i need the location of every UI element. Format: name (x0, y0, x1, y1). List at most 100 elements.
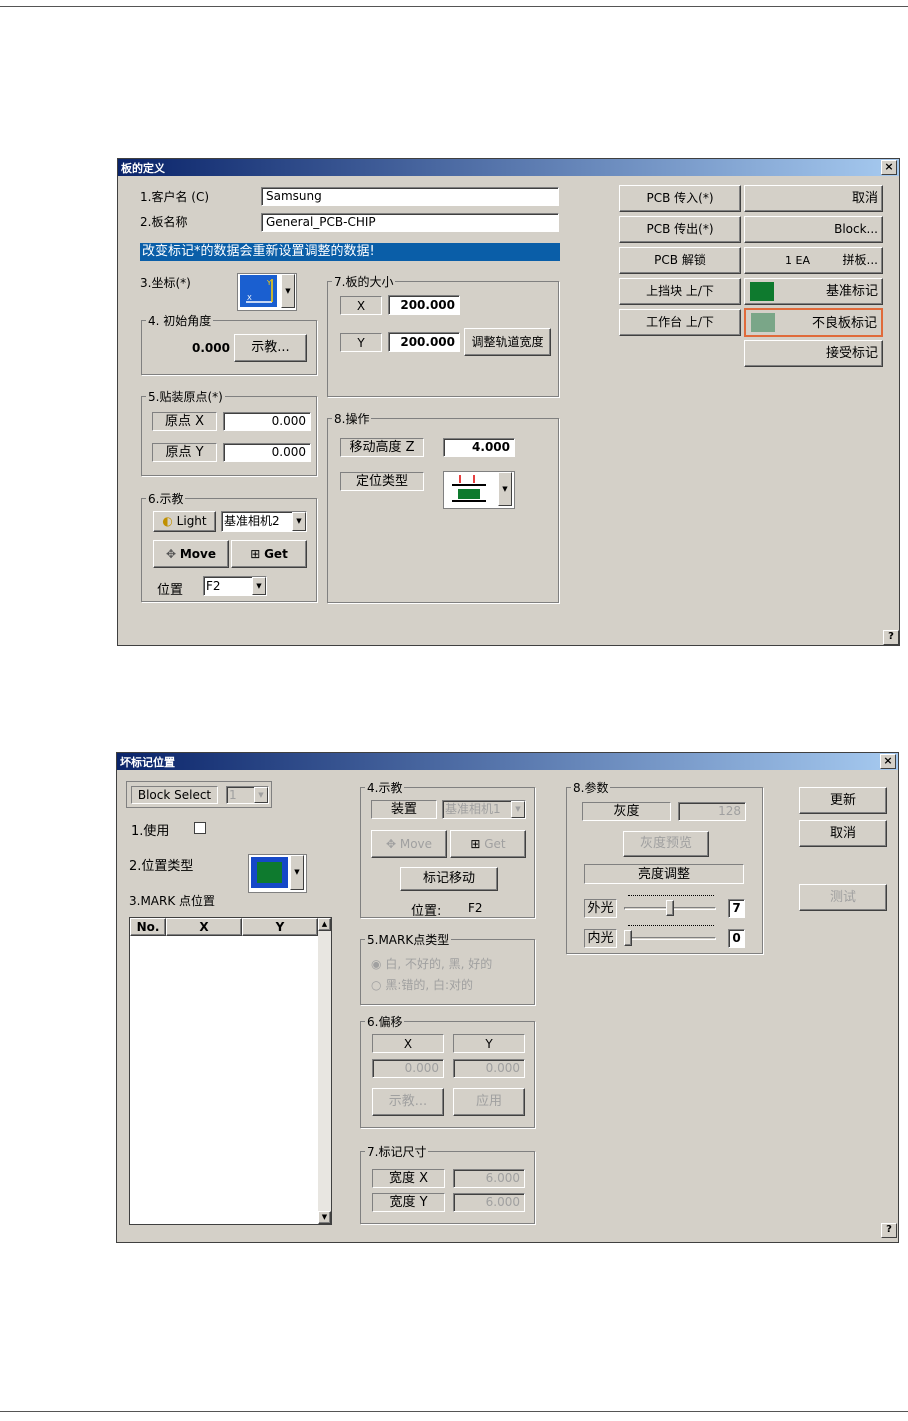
origin-x-input[interactable]: 0.000 (223, 412, 311, 431)
chevron-down-icon[interactable]: ▼ (511, 801, 525, 818)
update-button[interactable]: 更新 (799, 787, 887, 814)
angle-value: 0.000 (192, 341, 230, 355)
initial-angle-group: 4. 初始角度 0.000 示教... (141, 312, 317, 375)
gray-input[interactable]: 128 (678, 802, 746, 821)
group-title: 8.操作 (332, 410, 372, 427)
move-button[interactable]: ✥ Move (153, 540, 229, 568)
coord-select[interactable]: X Y ▼ (237, 273, 297, 311)
block-button[interactable]: Block... (744, 216, 883, 243)
position-select[interactable]: F2 ▼ (203, 576, 267, 596)
svg-text:Y: Y (266, 279, 272, 287)
block-select-dropdown[interactable]: 1 ▼ (226, 786, 269, 804)
mark-type-option-2[interactable]: ○ 黑:错的, 白:对的 (371, 976, 473, 993)
move-height-input[interactable]: 4.000 (443, 438, 515, 457)
operation-group: 8.操作 移动高度 Z 4.000 定位类型 ▼ (327, 410, 559, 603)
mark-size-group: 7.标记尺寸 宽度 X 6.000 宽度 Y 6.000 (360, 1143, 535, 1224)
use-label: 1.使用 (131, 824, 170, 839)
panel-count: 1 EA (785, 254, 810, 267)
table-header-no: No. (130, 918, 166, 936)
fiducial-mark-button[interactable]: 基准标记 (744, 278, 883, 305)
pcb-unlock-button[interactable]: PCB 解锁 (619, 247, 741, 274)
chevron-down-icon[interactable]: ▼ (290, 855, 304, 890)
x-label: X (340, 296, 382, 315)
offset-y-input[interactable]: 0.000 (453, 1059, 525, 1078)
bad-board-mark-button[interactable]: 不良板标记 (744, 308, 883, 337)
group-title: 5.贴装原点(*) (146, 388, 225, 405)
width-x-input[interactable]: 6.000 (453, 1169, 525, 1188)
get-button[interactable]: ⊞ Get (450, 830, 526, 858)
chevron-down-icon[interactable]: ▼ (252, 577, 266, 595)
cancel-button[interactable]: 取消 (799, 820, 887, 847)
radio-selected-icon: ◉ (371, 957, 382, 971)
x-input[interactable]: 200.000 (388, 295, 460, 315)
group-title: 6.示教 (146, 490, 186, 507)
gray-preview-button[interactable]: 灰度预览 (623, 831, 709, 857)
position-label: 位置: (411, 904, 442, 919)
table-header-x: X (166, 918, 242, 936)
help-button[interactable]: ? (883, 630, 899, 645)
light-button[interactable]: ◐ Light (153, 511, 216, 532)
locate-type-select[interactable]: ▼ (443, 471, 515, 509)
coord-axis-icon: X Y (240, 275, 277, 307)
gray-label: 灰度 (582, 802, 671, 821)
warning-banner: 改变标记*的数据会重新设置调整的数据! (140, 243, 560, 261)
radio-icon: ○ (371, 978, 382, 992)
offset-x-input[interactable]: 0.000 (372, 1059, 444, 1078)
y-input[interactable]: 200.000 (388, 332, 460, 352)
group-title: 7.板的大小 (332, 273, 396, 290)
table-updown-button[interactable]: 工作台 上/下 (619, 309, 741, 336)
offset-y-label: Y (453, 1034, 525, 1053)
camera-select[interactable]: 基准相机2 ▼ (221, 511, 307, 532)
board-definition-dialog: 板的定义 × 1.客户名 (C) Samsung 2.板名称 General_P… (117, 158, 900, 646)
close-button[interactable]: × (880, 754, 896, 769)
chevron-down-icon[interactable]: ▼ (292, 512, 306, 531)
mark-position-table[interactable]: No. X Y ▲ ▼ (129, 917, 332, 1225)
scrollbar[interactable]: ▲ ▼ (318, 918, 331, 1224)
chevron-down-icon[interactable]: ▼ (281, 274, 295, 308)
use-checkbox[interactable] (194, 822, 206, 834)
origin-x-label: 原点 X (152, 412, 217, 431)
offset-teach-button[interactable]: 示教... (372, 1088, 444, 1116)
get-button[interactable]: ⊞ Get (231, 540, 307, 568)
title-bar: 板的定义 × (118, 159, 899, 176)
chevron-down-icon[interactable]: ▼ (498, 472, 512, 506)
customer-input[interactable]: Samsung (261, 187, 559, 206)
camera-select[interactable]: 基准相机1 ▼ (442, 800, 526, 819)
close-button[interactable]: × (881, 160, 897, 175)
mark-move-button[interactable]: 标记移动 (400, 867, 498, 891)
origin-y-input[interactable]: 0.000 (223, 443, 311, 462)
test-button[interactable]: 测试 (799, 884, 887, 911)
width-x-label: 宽度 X (372, 1169, 445, 1188)
dialog-title: 坏标记位置 (120, 756, 175, 769)
teach-button[interactable]: 示教... (234, 334, 307, 362)
board-name-input[interactable]: General_PCB-CHIP (261, 213, 559, 232)
accept-mark-button[interactable]: 接受标记 (744, 340, 883, 367)
pcb-in-button[interactable]: PCB 传入(*) (619, 185, 741, 212)
offset-apply-button[interactable]: 应用 (453, 1088, 525, 1116)
panel-button[interactable]: 1 EA 拼板... (744, 247, 883, 274)
coord-label: 3.坐标(*) (140, 276, 191, 290)
stopper-updown-button[interactable]: 上挡块 上/下 (619, 278, 741, 305)
move-button[interactable]: ✥ Move (371, 830, 447, 858)
slider-thumb[interactable] (666, 900, 674, 916)
get-coordinate-icon: ⊞ (470, 837, 481, 851)
position-type-select[interactable]: ▼ (248, 854, 307, 893)
help-button[interactable]: ? (881, 1223, 897, 1238)
scroll-down-icon[interactable]: ▼ (318, 1211, 331, 1224)
outer-light-label: 外光 (584, 899, 617, 918)
cancel-button[interactable]: 取消 (744, 185, 883, 212)
position-select-value: F2 (206, 579, 221, 593)
inner-light-slider[interactable] (624, 924, 718, 948)
customer-label: 1.客户名 (C) (140, 190, 210, 204)
chevron-down-icon[interactable]: ▼ (254, 787, 268, 803)
mark-position-label: 3.MARK 点位置 (129, 894, 216, 908)
slider-thumb[interactable] (624, 930, 632, 946)
outer-light-slider[interactable] (624, 894, 718, 918)
width-y-input[interactable]: 6.000 (453, 1193, 525, 1212)
inner-light-label: 内光 (584, 929, 617, 948)
pcb-out-button[interactable]: PCB 传出(*) (619, 216, 741, 243)
mark-type-option-1[interactable]: ◉ 白, 不好的, 黑, 好的 (371, 955, 492, 972)
scroll-up-icon[interactable]: ▲ (318, 918, 331, 931)
locate-type-label: 定位类型 (340, 472, 424, 491)
adjust-rail-button[interactable]: 调整轨道宽度 (464, 328, 551, 356)
